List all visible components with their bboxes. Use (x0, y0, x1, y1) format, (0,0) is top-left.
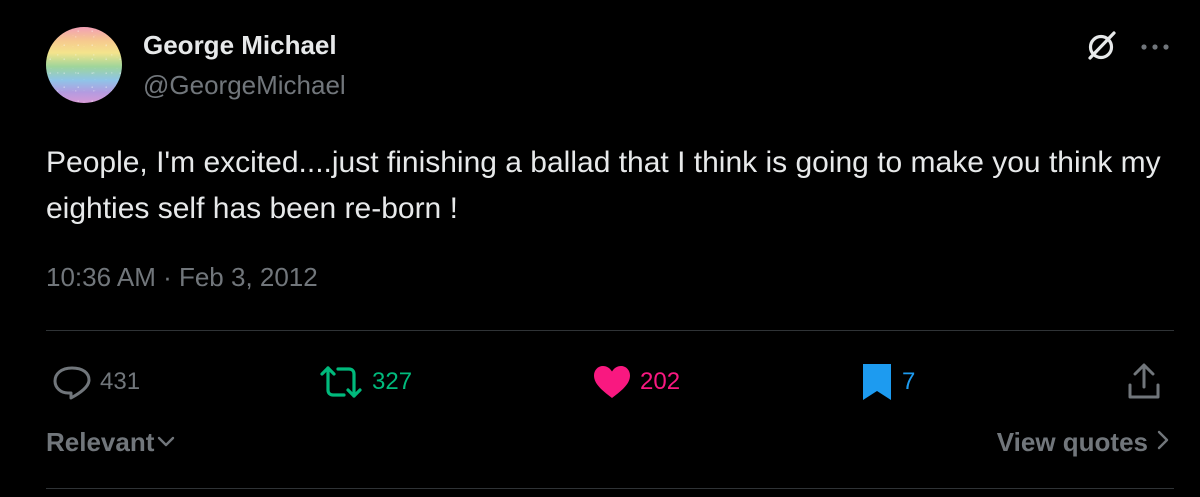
view-quotes-link[interactable]: View quotes (997, 427, 1170, 458)
like-count: 202 (640, 368, 681, 395)
tweet-card: George Michael @GeorgeMichael People, I'… (0, 0, 1200, 497)
bookmark-count: 7 (902, 368, 916, 395)
author-handle[interactable]: @GeorgeMichael (143, 70, 346, 101)
reply-button[interactable]: 431 (52, 360, 140, 404)
avatar[interactable] (46, 27, 122, 103)
grok-icon[interactable] (1083, 28, 1119, 64)
retweet-count: 327 (372, 368, 413, 395)
bookmark-button[interactable]: 7 (860, 360, 915, 404)
retweet-icon (318, 364, 364, 400)
share-button[interactable] (1126, 360, 1162, 404)
bookmark-icon (860, 362, 894, 402)
more-icon[interactable] (1138, 30, 1172, 64)
author-name[interactable]: George Michael (143, 30, 337, 61)
sort-relevant-dropdown[interactable]: Relevant (46, 427, 176, 458)
reply-icon (52, 364, 92, 400)
chevron-down-icon (156, 427, 176, 458)
tweet-text: People, I'm excited....just finishing a … (46, 146, 1161, 225)
divider (46, 330, 1174, 331)
view-quotes-label: View quotes (996, 427, 1148, 457)
tweet-timestamp[interactable]: 10:36 AM · Feb 3, 2012 (46, 262, 318, 293)
bottom-divider (46, 488, 1174, 489)
sort-label: Relevant (46, 427, 155, 457)
heart-icon (592, 364, 632, 400)
like-button[interactable]: 202 (592, 360, 680, 404)
action-bar: 431 327 202 7 (46, 360, 1174, 404)
share-icon (1126, 363, 1162, 401)
chevron-right-icon (1156, 427, 1170, 458)
retweet-button[interactable]: 327 (318, 360, 412, 404)
reply-count: 431 (100, 368, 141, 395)
